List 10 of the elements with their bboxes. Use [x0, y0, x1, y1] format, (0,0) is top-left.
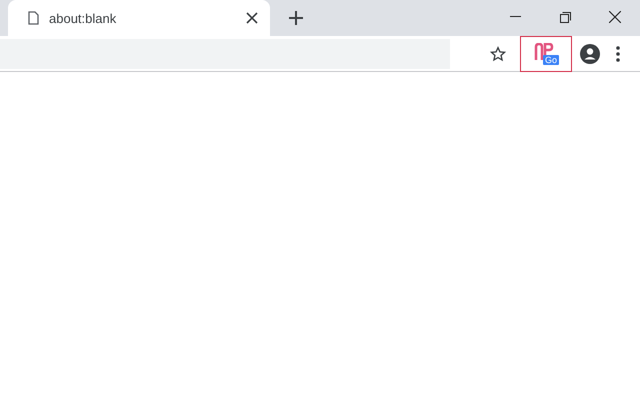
extension-button[interactable]: Go: [520, 36, 572, 72]
tab-title: about:blank: [49, 10, 118, 26]
page-icon: [28, 11, 39, 25]
browser-tab[interactable]: about:blank: [8, 0, 270, 36]
badge-label: Go: [543, 54, 560, 64]
menu-icon[interactable]: [616, 46, 620, 62]
close-icon[interactable]: [246, 12, 258, 24]
plus-icon: [289, 11, 303, 25]
profile-icon[interactable]: [580, 44, 600, 64]
star-icon[interactable]: [490, 46, 506, 62]
